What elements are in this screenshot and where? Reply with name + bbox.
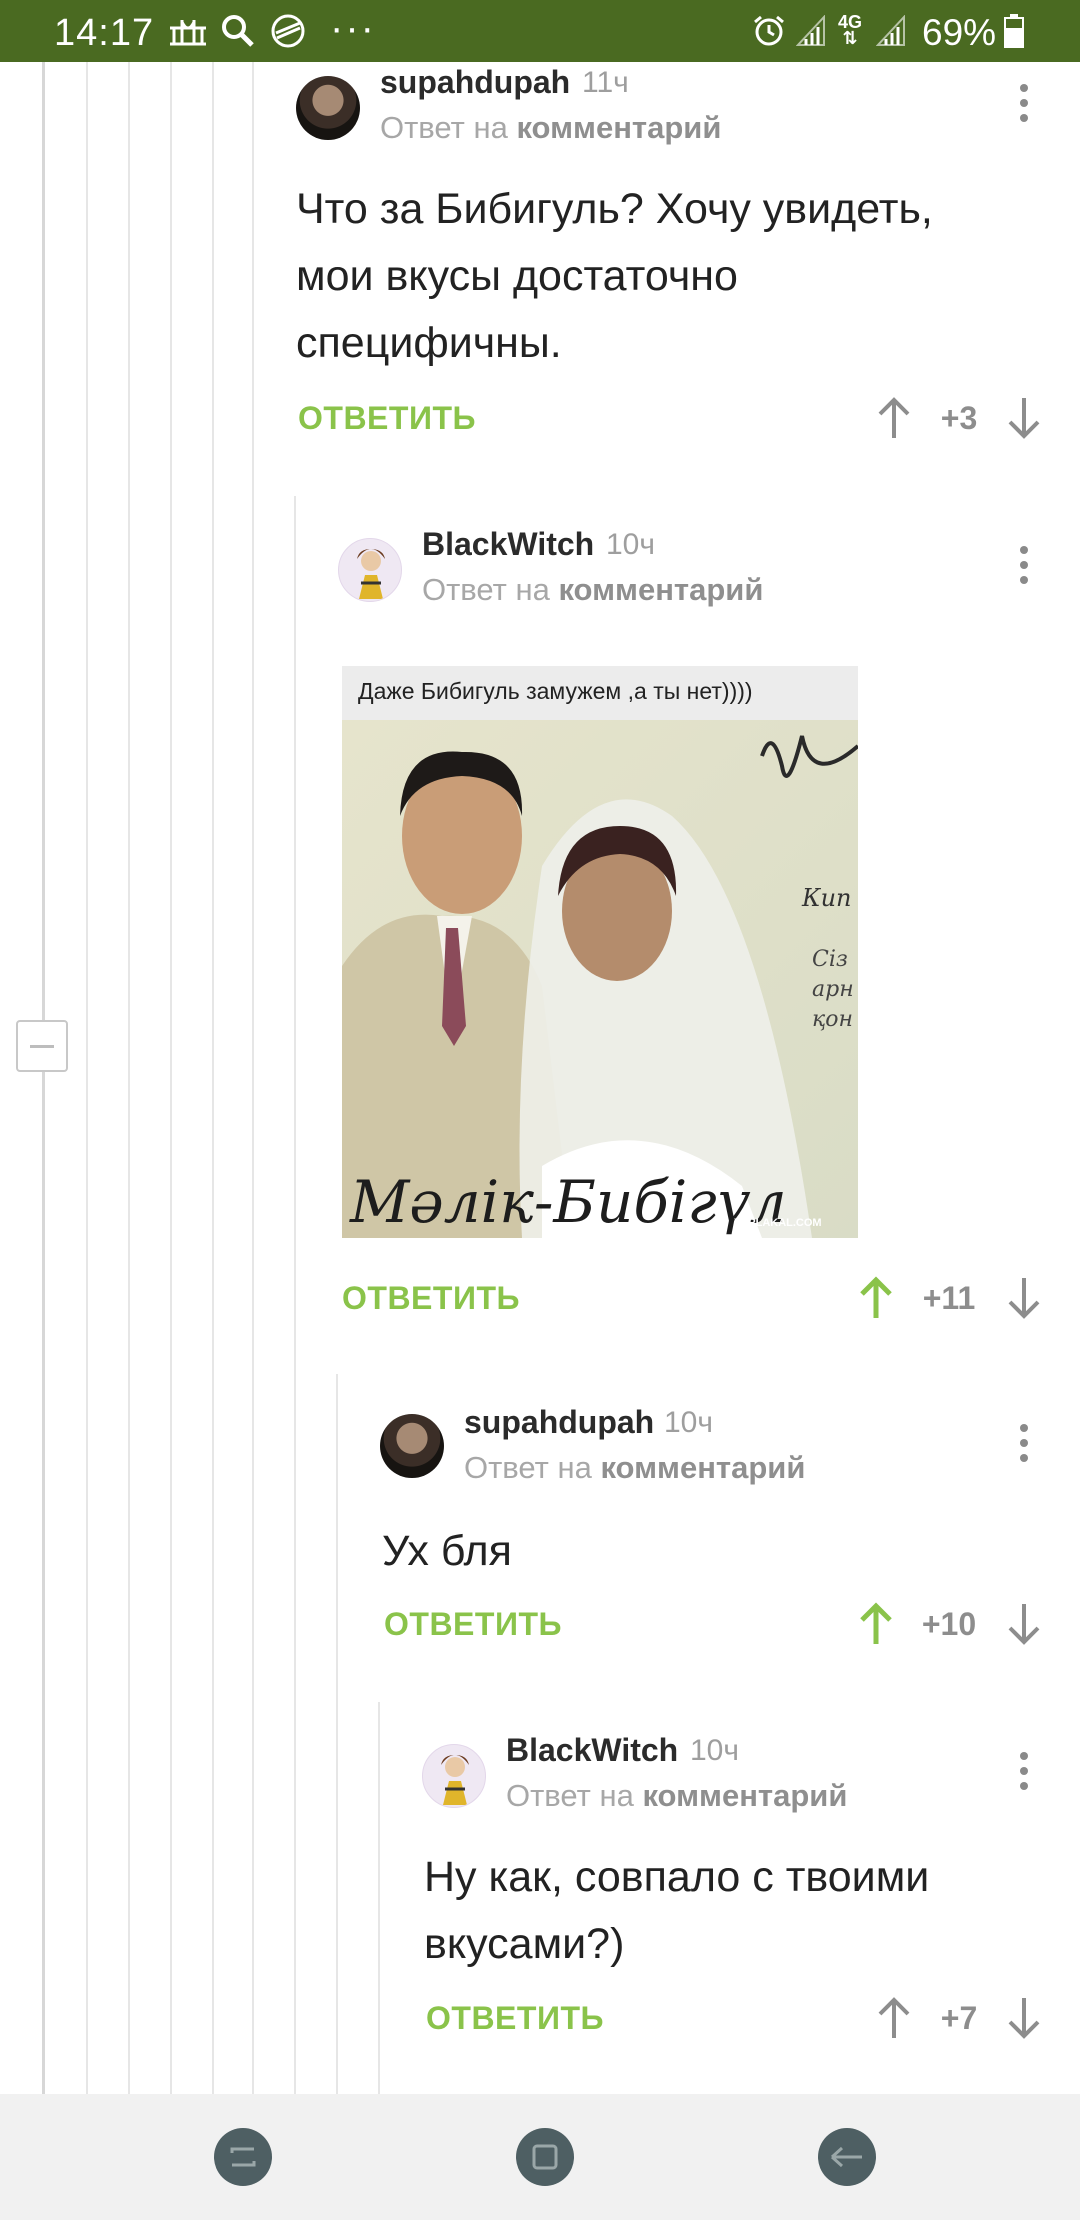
- comment-body: Ну как, совпало с твоими вкусами?): [424, 1853, 930, 1968]
- comment-username[interactable]: supahdupah: [380, 64, 570, 101]
- comment-username[interactable]: BlackWitch: [422, 526, 594, 563]
- thread-rail: [212, 62, 214, 2094]
- reply-to: Ответ на комментарий: [464, 1450, 806, 1485]
- downvote-icon[interactable]: [1004, 1276, 1044, 1320]
- status-bar: 14:17 ··· 4G ⇅ 69%: [0, 0, 1080, 62]
- svg-text:Сіз: Сіз: [812, 947, 848, 972]
- downvote-icon[interactable]: [1004, 1996, 1044, 2040]
- reply-button[interactable]: ОТВЕТИТЬ: [384, 1606, 562, 1643]
- back-button[interactable]: [818, 2128, 876, 2186]
- reply-to-link[interactable]: комментарий: [516, 110, 721, 145]
- more-options-icon[interactable]: [1018, 84, 1030, 124]
- reply-to-link[interactable]: комментарий: [558, 572, 763, 607]
- reply-button[interactable]: ОТВЕТИТЬ: [426, 2000, 604, 2037]
- alarm-icon: [752, 14, 786, 48]
- thread-rail: [378, 1702, 380, 2094]
- upvote-icon[interactable]: [874, 1996, 914, 2040]
- collapse-thread-button[interactable]: [16, 1020, 68, 1072]
- thread-rail: [252, 62, 254, 2094]
- status-time: 14:17: [54, 12, 155, 54]
- more-notifications: ···: [330, 6, 376, 50]
- more-options-icon[interactable]: [1018, 546, 1030, 586]
- avatar[interactable]: [296, 76, 360, 140]
- reply-button[interactable]: ОТВЕТИТЬ: [342, 1280, 520, 1317]
- downvote-icon[interactable]: [1004, 1602, 1044, 1646]
- network-type: 4G ⇅: [838, 12, 863, 48]
- comment-time: 10ч: [664, 1406, 713, 1439]
- sberbank-icon: [270, 14, 306, 48]
- bridge-icon: [168, 14, 208, 48]
- svg-text:Кип: Кип: [801, 884, 852, 912]
- thread-rail: [336, 1374, 338, 2094]
- comment-score: +11: [922, 1280, 976, 1316]
- comment-time: 11ч: [582, 66, 629, 99]
- reply-button[interactable]: ОТВЕТИТЬ: [298, 400, 476, 437]
- reply-to: Ответ на комментарий: [422, 572, 764, 607]
- recent-apps-button[interactable]: [214, 2128, 272, 2186]
- comment-score: +7: [940, 2000, 978, 2036]
- comment-username[interactable]: BlackWitch: [506, 1732, 678, 1769]
- comment-time: 10ч: [690, 1734, 739, 1767]
- svg-text:арн: арн: [812, 977, 854, 1002]
- signal-icon: [796, 14, 826, 48]
- reply-to-link[interactable]: комментарий: [600, 1450, 805, 1485]
- search-icon: [220, 14, 256, 48]
- comment-score: +10: [921, 1606, 977, 1642]
- image-watermark: YAPLAKAL.COM: [734, 1217, 822, 1229]
- battery-icon: [1004, 14, 1024, 48]
- image-inscription: Мәлік-Бибігүл: [349, 1168, 787, 1236]
- reply-to: Ответ на комментарий: [506, 1778, 848, 1813]
- comment-body: Ух бля: [382, 1527, 512, 1575]
- comment-body: Что за Бибигуль? Хочу увидеть, мои вкусы…: [296, 185, 933, 367]
- reply-to-link[interactable]: комментарий: [642, 1778, 847, 1813]
- navigation-bar: [0, 2094, 1080, 2220]
- thread-rail: [42, 62, 45, 2094]
- comment-image[interactable]: Даже Бибигуль замужем ,а ты нет)))) Кип …: [342, 666, 858, 1238]
- upvote-icon[interactable]: [856, 1276, 896, 1320]
- thread-rail: [294, 496, 296, 2094]
- comment-time: 10ч: [606, 528, 655, 561]
- downvote-icon[interactable]: [1004, 396, 1044, 440]
- upvote-icon[interactable]: [874, 396, 914, 440]
- thread-rail: [128, 62, 130, 2094]
- avatar[interactable]: [338, 538, 402, 602]
- battery-percent: 69%: [922, 12, 997, 53]
- comment-username[interactable]: supahdupah: [464, 1404, 654, 1441]
- more-options-icon[interactable]: [1018, 1752, 1030, 1792]
- thread-rail: [170, 62, 172, 2094]
- avatar[interactable]: [422, 1744, 486, 1808]
- thread-rail: [86, 62, 88, 2094]
- signal-icon-2: [876, 14, 906, 48]
- home-button[interactable]: [516, 2128, 574, 2186]
- comment-score: +3: [940, 400, 978, 436]
- svg-text:қон: қон: [812, 1007, 853, 1032]
- reply-to: Ответ на комментарий: [380, 110, 722, 145]
- upvote-icon[interactable]: [856, 1602, 896, 1646]
- more-options-icon[interactable]: [1018, 1424, 1030, 1464]
- wedding-photo: Кип Сіз арн қон Мәлік-Бибігүл YAPLAKAL.C…: [342, 720, 858, 1238]
- avatar[interactable]: [380, 1414, 444, 1478]
